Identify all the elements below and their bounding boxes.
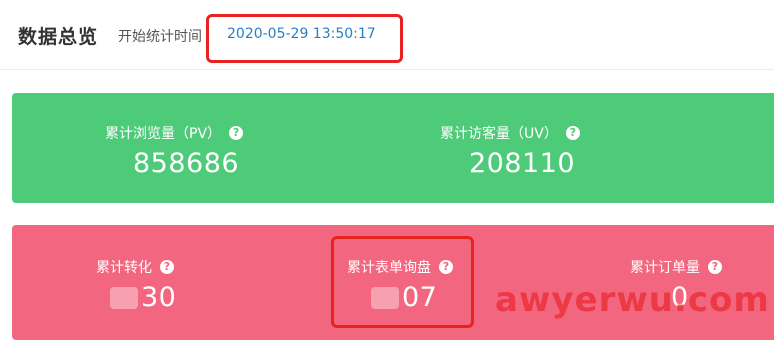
pv-value: 858686 bbox=[133, 148, 240, 179]
uv-label: 累计访客量（UV） bbox=[440, 126, 558, 142]
traffic-stats-card: 累计浏览量（PV） ? 858686 累计访客量（UV） ? 208110 bbox=[12, 93, 774, 203]
start-time-label: 开始统计时间 bbox=[118, 29, 202, 45]
pv-label: 累计浏览量（PV） bbox=[105, 126, 222, 142]
pv-metric: 累计浏览量（PV） ? 858686 bbox=[105, 123, 244, 179]
redacted-digits bbox=[110, 287, 138, 309]
watermark: awyerwu.com bbox=[495, 280, 770, 320]
question-circle-icon[interactable]: ? bbox=[160, 260, 174, 274]
conversion-metric: 累计转化 ? 30 bbox=[96, 257, 176, 313]
uv-value: 208110 bbox=[469, 148, 576, 179]
page-title: 数据总览 bbox=[18, 26, 99, 48]
conversion-value: 30 bbox=[141, 282, 177, 313]
conversion-label: 累计转化 bbox=[96, 260, 152, 276]
annotation-box-form-inquiry bbox=[331, 236, 474, 328]
question-circle-icon[interactable]: ? bbox=[565, 126, 580, 140]
uv-metric: 累计访客量（UV） ? 208110 bbox=[440, 123, 580, 179]
annotation-box-start-time bbox=[206, 14, 403, 63]
question-circle-icon[interactable]: ? bbox=[229, 126, 244, 140]
order-count-label: 累计订单量 bbox=[630, 260, 700, 276]
question-circle-icon[interactable]: ? bbox=[708, 260, 722, 274]
